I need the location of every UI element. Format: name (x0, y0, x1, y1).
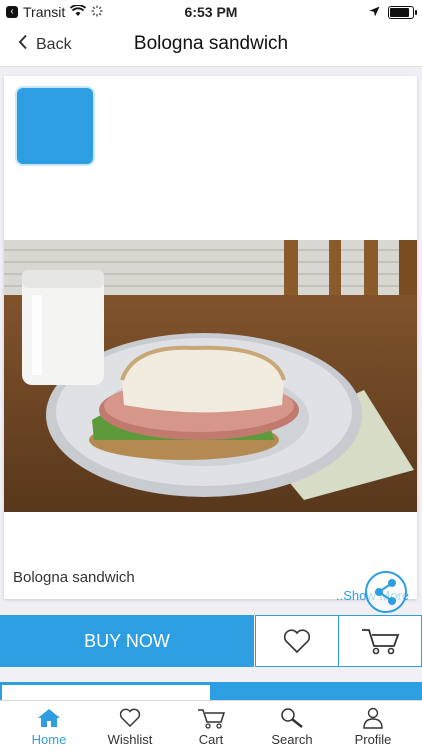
store-logo (17, 88, 93, 164)
action-bar: BUY NOW (0, 615, 422, 667)
add-to-wishlist-button[interactable] (255, 615, 339, 667)
product-name: Bologna sandwich (13, 569, 135, 586)
status-right (369, 4, 417, 20)
home-icon (37, 706, 61, 730)
status-time: 6:53 PM (184, 4, 238, 20)
tab-label: Search (271, 732, 313, 747)
page-title: Bologna sandwich (133, 33, 289, 54)
tab-cart[interactable]: Cart (169, 701, 253, 751)
heart-icon (119, 706, 141, 730)
share-button[interactable] (365, 571, 407, 613)
tab-home[interactable]: Home (7, 701, 91, 751)
next-section-peek (0, 682, 422, 700)
product-image (4, 240, 417, 512)
tab-label: Home (31, 732, 67, 747)
tab-label: Profile (354, 732, 392, 747)
tab-profile[interactable]: Profile (331, 701, 415, 751)
cart-icon (197, 706, 225, 730)
tab-bar: Home Wishlist Cart Search Profile (0, 700, 422, 751)
share-icon (375, 579, 396, 605)
tab-label: Cart (198, 732, 224, 747)
buy-now-button[interactable]: BUY NOW (0, 615, 254, 667)
tab-label: Wishlist (107, 732, 153, 747)
heart-icon (283, 629, 311, 654)
status-bar: ‹ Transit 6:53 PM (0, 0, 422, 24)
tab-wishlist[interactable]: Wishlist (88, 701, 172, 751)
product-card: Bologna sandwich ..Show More (4, 76, 417, 613)
person-icon (362, 706, 384, 730)
peek-panel (2, 685, 210, 700)
navigation-bar: Back Bologna sandwich (0, 24, 422, 67)
add-to-cart-button[interactable] (338, 615, 422, 667)
tab-search[interactable]: Search (250, 701, 334, 751)
location-arrow-icon (369, 4, 380, 20)
battery-icon (388, 5, 417, 19)
cart-icon (362, 629, 400, 655)
search-icon (280, 706, 304, 730)
